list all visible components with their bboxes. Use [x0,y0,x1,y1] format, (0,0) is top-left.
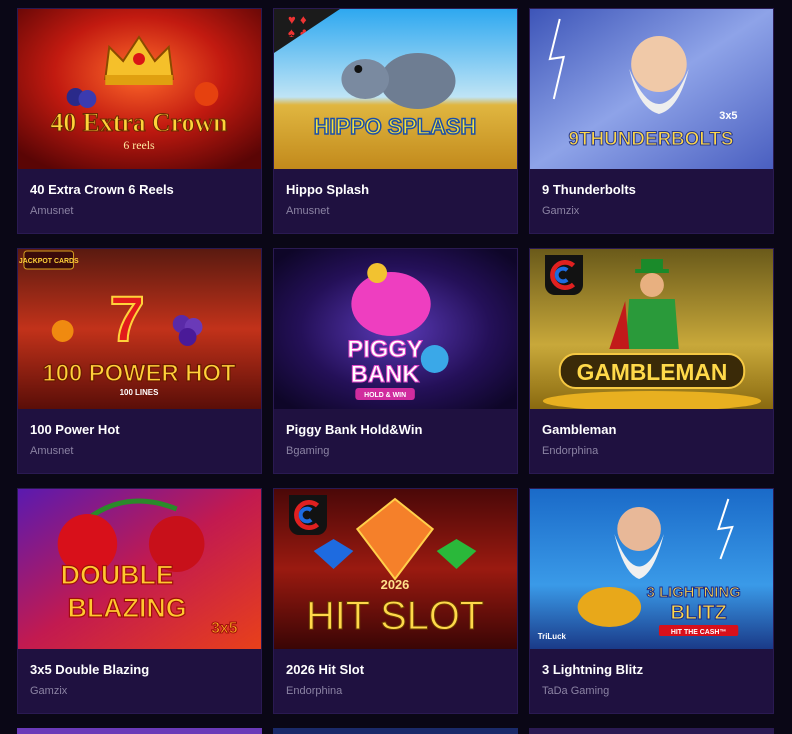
art-subtitle: 3x5 [719,110,737,122]
game-card[interactable]: 3 LIGHTNING BLITZ HIT THE CASH™ TriLuck … [529,488,774,714]
art-title-2: BLAZING [68,593,187,623]
game-title[interactable]: 3 Lightning Blitz [542,662,761,678]
art-title-2: BANK [351,361,420,388]
game-provider: Endorphina [286,685,343,697]
game-card-partial[interactable] [17,728,262,734]
art-subtitle: 6 reels [123,138,155,152]
game-provider: Gamzix [542,205,580,217]
art-subtitle: HIT THE CASH™ [671,629,727,636]
game-title[interactable]: 40 Extra Crown 6 Reels [30,182,249,198]
game-title[interactable]: Piggy Bank Hold&Win [286,422,505,438]
game-card[interactable]: JACKPOT CARDS 7 100 POWER HOT 100 LINES … [17,248,262,474]
art-subtitle: 3x5 [211,620,238,637]
art-title: HIT SLOT [306,594,484,638]
game-provider: Gamzix [30,685,68,697]
art-subtitle: 2026 [381,577,410,592]
game-card[interactable]: DOUBLE BLAZING 3x5 3x5 Double Blazing Ga… [17,488,262,714]
game-thumbnail[interactable]: 2026 HIT SLOT [274,489,517,649]
game-thumbnail[interactable]: HIPPO SPLASH ♥ ♦ ♠ ♣ [274,9,517,169]
game-card[interactable]: 40 Extra Crown 6 reels 40 Extra Crown 6 … [17,8,262,234]
game-thumbnail[interactable]: JACKPOT CARDS 7 100 POWER HOT 100 LINES [18,249,261,409]
game-thumbnail[interactable]: PIGGY BANK HOLD & WIN [274,249,517,409]
game-title[interactable]: 9 Thunderbolts [542,182,761,198]
art-title: 100 POWER HOT [42,360,235,387]
game-title[interactable]: 3x5 Double Blazing [30,662,249,678]
game-title[interactable]: 2026 Hit Slot [286,662,505,678]
game-provider: Amusnet [286,205,330,217]
game-card-partial[interactable] [529,728,774,734]
game-thumbnail[interactable]: 3x5 9THUNDERBOLTS [530,9,773,169]
game-card[interactable]: 2026 HIT SLOT 2026 Hit Slot Endorphina [273,488,518,714]
art-title-2: BLITZ [671,602,727,624]
game-thumbnail[interactable]: DOUBLE BLAZING 3x5 [18,489,261,649]
game-title[interactable]: Gambleman [542,422,761,438]
next-row-partial [17,728,774,734]
game-provider: Endorphina [542,445,599,457]
art-badge: TriLuck [538,632,567,641]
game-provider: Amusnet [30,445,74,457]
game-grid: 40 Extra Crown 6 reels 40 Extra Crown 6 … [17,8,774,714]
game-provider: Bgaming [286,445,330,457]
game-card[interactable]: HIPPO SPLASH ♥ ♦ ♠ ♣ Hippo Splash Amusne… [273,8,518,234]
game-thumbnail[interactable]: 40 Extra Crown 6 reels [18,9,261,169]
game-provider: TaDa Gaming [542,685,610,697]
provider-logo-badge [545,255,583,295]
game-title[interactable]: Hippo Splash [286,182,505,198]
game-thumbnail[interactable]: 3 LIGHTNING BLITZ HIT THE CASH™ TriLuck [530,489,773,649]
game-card[interactable]: GAMBLEMAN Gambleman Endorphina [529,248,774,474]
art-title: 40 Extra Crown [50,108,227,137]
endorphina-logo-icon [550,259,576,291]
game-card[interactable]: 3x5 9THUNDERBOLTS 9 Thunderbolts Gamzix [529,8,774,234]
art-title: 9THUNDERBOLTS [569,129,734,150]
provider-logo-badge [289,495,327,535]
game-provider: Amusnet [30,205,74,217]
art-title: 3 LIGHTNING [647,584,741,601]
art-title: HIPPO SPLASH [314,114,476,139]
art-title: DOUBLE [61,560,174,590]
art-title: PIGGY [347,336,422,363]
art-subtitle: 100 LINES [120,388,159,397]
art-title: GAMBLEMAN [577,359,728,385]
svg-text:7: 7 [109,283,144,355]
art-subtitle: HOLD & WIN [364,392,406,399]
game-thumbnail[interactable]: GAMBLEMAN [530,249,773,409]
game-card[interactable]: PIGGY BANK HOLD & WIN Piggy Bank Hold&Wi… [273,248,518,474]
art-badge: JACKPOT CARDS [19,258,79,265]
game-title[interactable]: 100 Power Hot [30,422,249,438]
endorphina-logo-icon [294,499,320,531]
game-card-partial[interactable] [273,728,518,734]
